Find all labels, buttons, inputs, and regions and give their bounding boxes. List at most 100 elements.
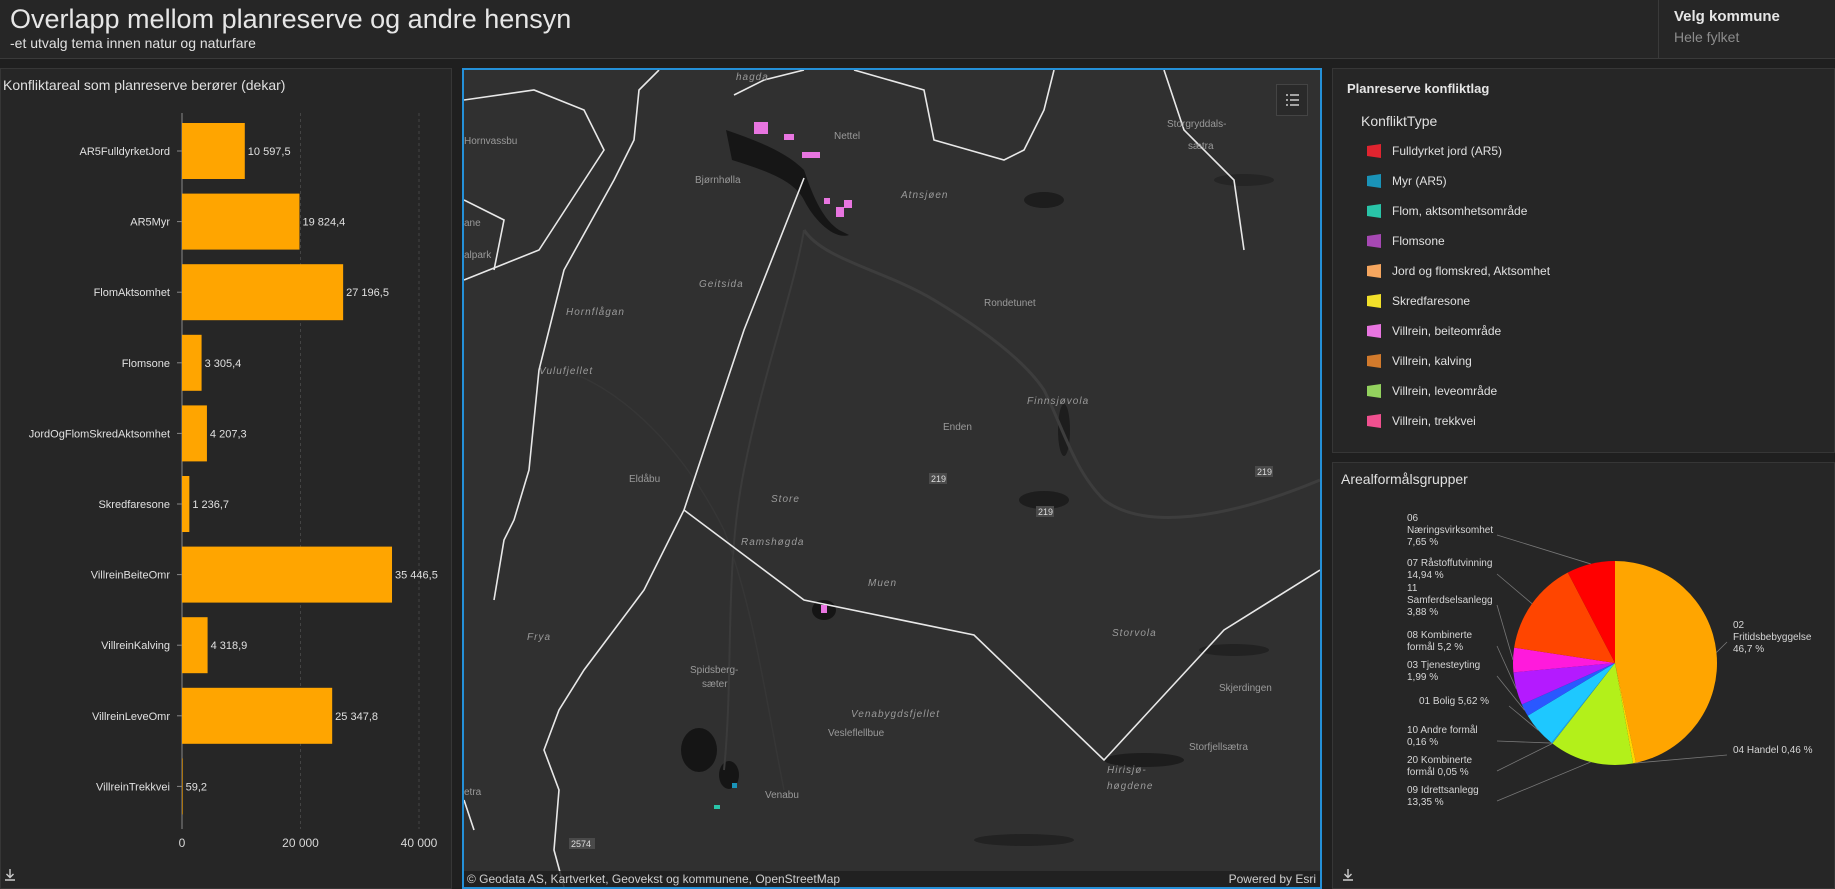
category-label: AR5Myr	[130, 217, 170, 229]
category-label: AR5FulldyrketJord	[80, 146, 170, 158]
map-place-label: hagda	[736, 72, 769, 83]
value-label: 25 347,8	[335, 711, 378, 723]
bar[interactable]	[182, 758, 183, 815]
map-place-label: sæter	[702, 679, 728, 690]
slice-label: 11 Samferdselsanlegg 3,88 %	[1407, 583, 1493, 618]
bar[interactable]	[182, 123, 245, 179]
svg-text:2574: 2574	[571, 839, 591, 849]
download-icon[interactable]	[1343, 868, 1353, 884]
download-icon[interactable]	[5, 868, 15, 884]
bar[interactable]	[182, 264, 344, 321]
leader-line	[1716, 641, 1728, 653]
slice-label: 04 Handel 0,46 %	[1733, 745, 1813, 756]
map-place-label: Vesleflellbue	[828, 728, 885, 739]
map-place-label: Spidsberg-	[690, 665, 739, 676]
legend-field-name: KonfliktType	[1361, 113, 1438, 129]
bar-chart-title: Konfliktareal som planreserve berører (d…	[3, 77, 286, 93]
powered-by-esri[interactable]: Powered by Esri	[1229, 872, 1316, 886]
map-place-label: Storgryddals-	[1167, 119, 1227, 130]
header-bar: Overlapp mellom planreserve og andre hen…	[0, 0, 1835, 59]
value-label: 27 196,5	[346, 287, 389, 299]
category-label: VillreinKalving	[101, 640, 170, 652]
slice-label: 02 Fritidsbebyggelse 46,7 %	[1733, 620, 1812, 655]
selector-label: Velg kommune	[1674, 8, 1780, 25]
leader-line	[1496, 740, 1552, 744]
legend-label: Villrein, trekkvei	[1392, 414, 1476, 428]
legend-item: Flom, aktsomhetsområde	[1366, 201, 1527, 221]
map-place-label: Nettel	[834, 131, 861, 142]
legend-label: Villrein, beiteområde	[1392, 324, 1502, 338]
legend-item: Villrein, beiteområde	[1366, 321, 1501, 341]
category-label: JordOgFlomSkredAktsomhet	[29, 428, 170, 440]
bar[interactable]	[182, 405, 207, 462]
map-place-label: Hornvassbu	[464, 136, 518, 147]
svg-text:219: 219	[1038, 507, 1053, 517]
legend-label: Fulldyrket jord (AR5)	[1392, 144, 1503, 158]
map-panel[interactable]: 219 219 219 2574 hagda Nettel Atnsjøen Bjør…	[462, 68, 1322, 889]
category-label: Flomsone	[122, 358, 170, 370]
bar[interactable]	[182, 546, 393, 603]
map-place-label: Finnsjøvola	[1027, 396, 1090, 407]
map-canvas[interactable]: 219 219 219 2574	[464, 70, 1320, 887]
map-place-label: Rondetunet	[984, 298, 1036, 309]
legend-label: Villrein, leveområde	[1392, 384, 1498, 398]
category-label: Skredfaresone	[98, 499, 170, 511]
pie-chart: 02 Fritidsbebyggelse 46,7 % 04 Handel 0,46 …	[1407, 513, 1813, 808]
svg-text:219: 219	[1257, 467, 1272, 477]
value-label: 19 824,4	[302, 217, 345, 229]
legend-swatch	[1366, 263, 1382, 279]
leader-line	[1496, 761, 1591, 802]
map-attribution: © Geodata AS, Kartverket, Geovekst og ko…	[467, 872, 841, 886]
slice-label: 20 Kombinerte formål 0,05 %	[1407, 755, 1472, 778]
map-place-label: etra	[464, 787, 482, 798]
selector-value[interactable]: Hele fylket	[1674, 29, 1739, 45]
legend-toggle-button[interactable]	[1276, 84, 1308, 116]
value-label: 59,2	[186, 781, 207, 793]
slice-label: 06 Næringsvirksomhet 7,65 %	[1407, 513, 1493, 548]
map-place-label: Frya	[527, 632, 551, 643]
x-tick-label: 0	[179, 836, 186, 850]
map-place-label: høgdene	[1107, 781, 1154, 792]
legend-swatch	[1366, 293, 1382, 309]
map-place-label: Venabu	[765, 790, 799, 801]
list-icon	[1286, 94, 1299, 106]
category-label: FlomAktsomhet	[94, 287, 170, 299]
page-subtitle: -et utvalg tema innen natur og naturfare	[10, 35, 256, 51]
slice-label: 08 Kombinerte formål 5,2 %	[1407, 630, 1472, 653]
bar-chart: 0 20 000 40 000 AR5FulldyrketJord 10 597,5 AR…	[29, 113, 438, 850]
category-label: VillreinLeveOmr	[92, 711, 170, 723]
map-place-label: Ramshøgda	[741, 537, 805, 548]
bar[interactable]	[182, 617, 208, 674]
value-label: 4 207,3	[210, 428, 247, 440]
municipality-selector[interactable]: Velg kommune Hele fylket	[1658, 0, 1835, 58]
leader-line	[1496, 743, 1553, 772]
pie-slice[interactable]	[1615, 561, 1717, 763]
slice-label: 07 Råstoffutvinning 14,94 %	[1407, 557, 1492, 581]
bar[interactable]	[182, 193, 300, 250]
slice-label: 01 Bolig 5,62 %	[1419, 696, 1489, 707]
map-place-label: Storfjellsætra	[1189, 742, 1248, 753]
pie-chart-panel: Arealformålsgrupper 02 Fritidsbebyggelse 4…	[1332, 462, 1835, 889]
legend-label: Villrein, kalving	[1392, 354, 1472, 368]
legend-label: Flomsone	[1392, 234, 1445, 248]
bar[interactable]	[182, 687, 333, 744]
bar[interactable]	[182, 476, 190, 532]
map-place-label: Hirisjø-	[1107, 765, 1147, 776]
category-label: VillreinBeiteOmr	[91, 570, 171, 582]
map-place-label: Muen	[868, 578, 898, 589]
category-label: VillreinTrekkvei	[96, 781, 170, 793]
legend-item: Villrein, kalving	[1366, 351, 1472, 371]
value-label: 35 446,5	[395, 570, 438, 582]
legend-item: Skredfaresone	[1366, 291, 1470, 311]
legend-item: Fulldyrket jord (AR5)	[1366, 141, 1502, 161]
map-place-label: Eldåbu	[629, 474, 661, 485]
map-place-label: Hornflågan	[566, 307, 625, 318]
leader-line	[1496, 534, 1591, 565]
slice-label: 10 Andre formål 0,16 %	[1407, 724, 1478, 748]
map-place-label: Storvola	[1112, 628, 1157, 639]
map-place-label: ane	[464, 218, 481, 229]
legend-item: Villrein, leveområde	[1366, 381, 1497, 401]
map-place-label: Enden	[943, 422, 972, 433]
value-label: 3 305,4	[205, 358, 242, 370]
bar[interactable]	[182, 334, 202, 391]
